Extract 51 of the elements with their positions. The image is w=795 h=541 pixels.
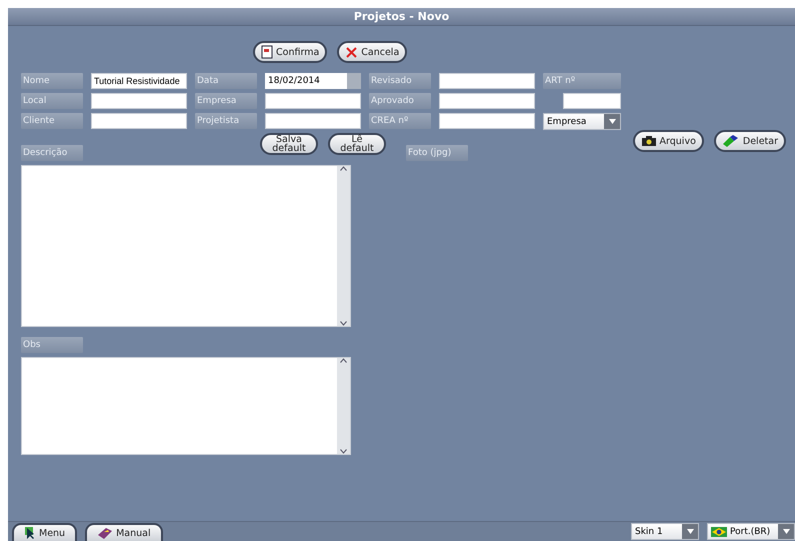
default-button[interactable]: Salva default	[260, 133, 318, 155]
skin-dropdown[interactable]: Skin 1	[631, 523, 699, 540]
scroll-down-icon[interactable]	[340, 449, 347, 454]
text-field[interactable]: Tutorial Resistividade	[91, 73, 187, 89]
field-label: Data	[195, 73, 257, 89]
caret-down-icon	[686, 529, 694, 534]
field-label: Aprovado	[369, 93, 431, 109]
field-label: Empresa	[195, 93, 257, 109]
text-field[interactable]	[91, 113, 187, 129]
scroll-up-icon[interactable]	[340, 166, 347, 171]
language-dropdown[interactable]: Port.(BR)	[707, 523, 795, 540]
description-field[interactable]	[21, 165, 351, 327]
default-button[interactable]: Lê default	[328, 133, 386, 155]
document-icon	[261, 45, 273, 59]
text-field[interactable]	[439, 73, 535, 89]
scroll-up-icon[interactable]	[340, 358, 347, 363]
flag-icon	[711, 526, 727, 536]
camera-icon	[640, 135, 657, 147]
text-field[interactable]	[265, 113, 361, 129]
field-label: Local	[21, 93, 83, 109]
text-field[interactable]	[91, 93, 187, 109]
field-label: Obs	[21, 337, 83, 353]
scroll-down-icon[interactable]	[340, 321, 347, 326]
book-icon	[97, 526, 114, 540]
field-label: Foto (jpg)	[406, 145, 468, 161]
field-label: Revisado	[369, 73, 431, 89]
obs-field[interactable]	[21, 357, 351, 455]
action-button[interactable]: Cancela	[337, 41, 408, 63]
text-field[interactable]	[439, 93, 535, 109]
field-label: Cliente	[21, 113, 83, 129]
photo-button[interactable]: Deletar	[714, 130, 786, 152]
caret-down-icon	[782, 529, 790, 534]
nav-button[interactable]: Menu	[12, 523, 78, 541]
text-field[interactable]	[563, 93, 621, 109]
dropdown[interactable]: Empresa	[543, 113, 621, 130]
field-label: Descrição	[21, 145, 83, 161]
nav-button[interactable]: Manual	[85, 523, 163, 541]
eraser-icon	[722, 134, 740, 148]
action-button[interactable]: Confirma	[253, 41, 328, 63]
field-label: CREA nº	[369, 113, 431, 129]
cursor-icon	[24, 526, 36, 540]
field-label: Nome	[21, 73, 83, 89]
date-field[interactable]: 18/02/2014	[265, 73, 361, 89]
field-label: Projetista	[195, 113, 257, 129]
window-title: Projetos - Novo	[8, 8, 795, 26]
caret-down-icon	[608, 119, 616, 124]
field-label: ART nº	[543, 73, 621, 89]
close-icon	[345, 46, 358, 58]
photo-button[interactable]: Arquivo	[632, 130, 704, 152]
text-field[interactable]	[265, 93, 361, 109]
text-field[interactable]	[439, 113, 535, 129]
